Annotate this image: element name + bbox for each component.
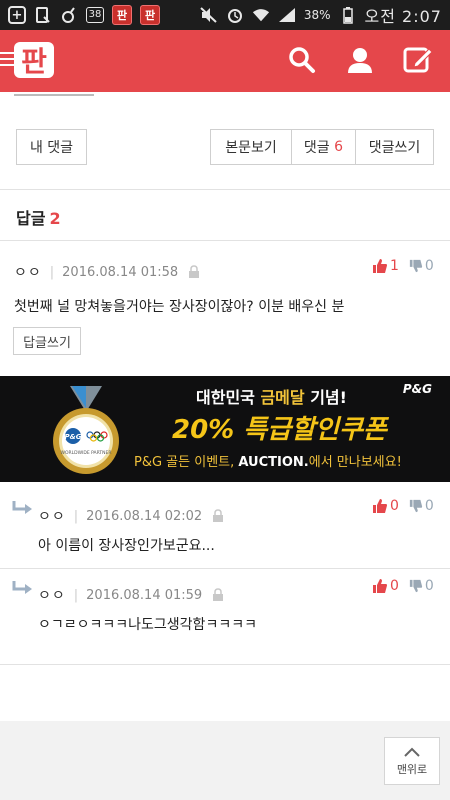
vote-box: 0 0 <box>372 498 434 514</box>
clock: 오전 2:07 <box>364 7 442 26</box>
plus-icon: + <box>8 6 26 24</box>
reply-arrow-icon <box>12 580 34 600</box>
divider <box>0 664 450 665</box>
downvote-count: 0 <box>424 498 434 514</box>
replies-heading: 답글 2 <box>16 205 61 229</box>
downvote-button[interactable]: 0 <box>409 258 434 274</box>
lock-icon <box>212 509 224 523</box>
post-tab-group: 본문보기 댓글 6 댓글쓰기 <box>210 129 434 165</box>
comment-author: ㅇㅇ <box>14 265 42 281</box>
thumbs-up-icon <box>373 579 387 593</box>
upvote-count: 1 <box>390 258 399 274</box>
upvote-count: 0 <box>390 578 399 594</box>
gold-medal-icon: P&G WORLDWIDE PARTNER <box>53 386 119 474</box>
meta-separator: | <box>73 587 79 603</box>
tab-comments-label: 댓글 <box>303 140 330 156</box>
comment-text: 아 이름이 장사장인가보군요... <box>38 538 215 554</box>
comment-date: 2016.08.14 01:58 <box>62 264 179 280</box>
comment-meta: ㅇㅇ | 2016.08.14 02:02 <box>38 506 224 526</box>
reply-arrow-icon <box>12 500 34 520</box>
banner-discount: 20% 특급할인쿠폰 <box>172 415 387 445</box>
banner-subtext: P&G 골든 이벤트, AUCTION.에서 만나보세요! <box>134 451 402 470</box>
ring-icon <box>60 6 78 24</box>
vote-box: 0 0 <box>372 578 434 594</box>
banner-subtext-pre: P&G 골든 이벤트, <box>134 455 239 470</box>
banner-headline-post: 기념! <box>304 388 347 407</box>
battery-percent: 38% <box>303 8 331 22</box>
upvote-button[interactable]: 0 <box>372 498 399 514</box>
chevron-up-icon <box>404 747 420 757</box>
thumbs-down-icon <box>409 499 423 513</box>
divider <box>0 240 450 241</box>
mute-icon <box>200 6 218 24</box>
comment-meta: ㅇㅇ | 2016.08.14 01:59 <box>38 585 224 605</box>
vote-box: 1 0 <box>372 258 434 274</box>
cropped-text-line <box>14 92 134 98</box>
comment-author: ㅇㅇ <box>38 588 66 604</box>
banner-headline-gold: 금메달 <box>260 388 305 407</box>
banner-subtext-post: 에서 만나보세요! <box>308 455 402 470</box>
pann-notification-icon: 판 <box>112 5 132 25</box>
thumbs-down-icon <box>409 259 423 273</box>
replies-count: 2 <box>49 209 61 228</box>
app-header: 판 <box>0 30 450 92</box>
notification-count-icon: 38 <box>86 7 104 23</box>
search-icon[interactable] <box>284 42 320 78</box>
tab-comments[interactable]: 댓글 6 <box>292 130 356 164</box>
comment-meta: ㅇㅇ | 2016.08.14 01:58 <box>14 262 200 282</box>
meta-separator: | <box>73 508 79 524</box>
thumbs-up-icon <box>373 499 387 513</box>
medal-caption: WORLDWIDE PARTNER <box>61 450 112 456</box>
user-icon[interactable] <box>342 42 378 78</box>
footer: 맨위로 <box>0 721 450 800</box>
battery-icon <box>339 6 357 24</box>
phone-icon <box>34 6 52 24</box>
downvote-count: 0 <box>424 258 434 274</box>
wifi-icon <box>252 6 270 24</box>
banner-subtext-brand: AUCTION. <box>238 455 309 470</box>
svg-text:판: 판 <box>21 45 47 78</box>
meta-separator: | <box>49 264 55 280</box>
comment-text: ㅇㄱㄹㅇㅋㅋㅋ나도그생각함ㅋㅋㅋㅋ <box>38 617 257 633</box>
status-bar: + 38 판 판 38% 오전 2:07 <box>0 0 450 30</box>
pann-notification-icon-2: 판 <box>140 5 160 25</box>
tab-comments-count: 6 <box>334 139 344 155</box>
medal-brand-logo: P&G <box>65 433 82 441</box>
comment-text: 첫번째 널 망쳐놓을거야는 장사장이잖아? 이분 배우신 분 <box>14 299 345 315</box>
my-comments-button[interactable]: 내 댓글 <box>16 129 87 165</box>
alarm-icon <box>226 6 244 24</box>
thumbs-up-icon <box>373 259 387 273</box>
comment-date: 2016.08.14 02:02 <box>86 508 203 524</box>
tab-view-post[interactable]: 본문보기 <box>211 130 292 164</box>
comment-date: 2016.08.14 01:59 <box>86 587 203 603</box>
downvote-button[interactable]: 0 <box>409 498 434 514</box>
scroll-to-top-label: 맨위로 <box>396 762 428 776</box>
lock-icon <box>212 588 224 602</box>
banner-headline-pre: 대한민국 <box>196 388 261 407</box>
downvote-count: 0 <box>424 578 434 594</box>
comment-author: ㅇㅇ <box>38 509 66 525</box>
reply-button[interactable]: 답글쓰기 <box>13 327 81 355</box>
downvote-button[interactable]: 0 <box>409 578 434 594</box>
upvote-button[interactable]: 0 <box>372 578 399 594</box>
lock-icon <box>188 265 200 279</box>
tab-write-comment[interactable]: 댓글쓰기 <box>356 130 433 164</box>
write-icon[interactable] <box>400 42 436 78</box>
scroll-to-top-button[interactable]: 맨위로 <box>384 737 440 785</box>
divider <box>0 189 450 190</box>
pann-logo[interactable]: 판 <box>12 38 56 82</box>
replies-title: 답글 <box>16 209 46 228</box>
ad-banner[interactable]: P&G WORLDWIDE PARTNER P&G 대한민국 금메달 기념! 2… <box>0 376 450 482</box>
upvote-button[interactable]: 1 <box>372 258 399 274</box>
upvote-count: 0 <box>390 498 399 514</box>
signal-icon <box>278 6 296 24</box>
banner-brand: P&G <box>402 382 432 396</box>
thumbs-down-icon <box>409 579 423 593</box>
banner-headline: 대한민국 금메달 기념! <box>196 384 347 408</box>
divider <box>0 568 450 569</box>
